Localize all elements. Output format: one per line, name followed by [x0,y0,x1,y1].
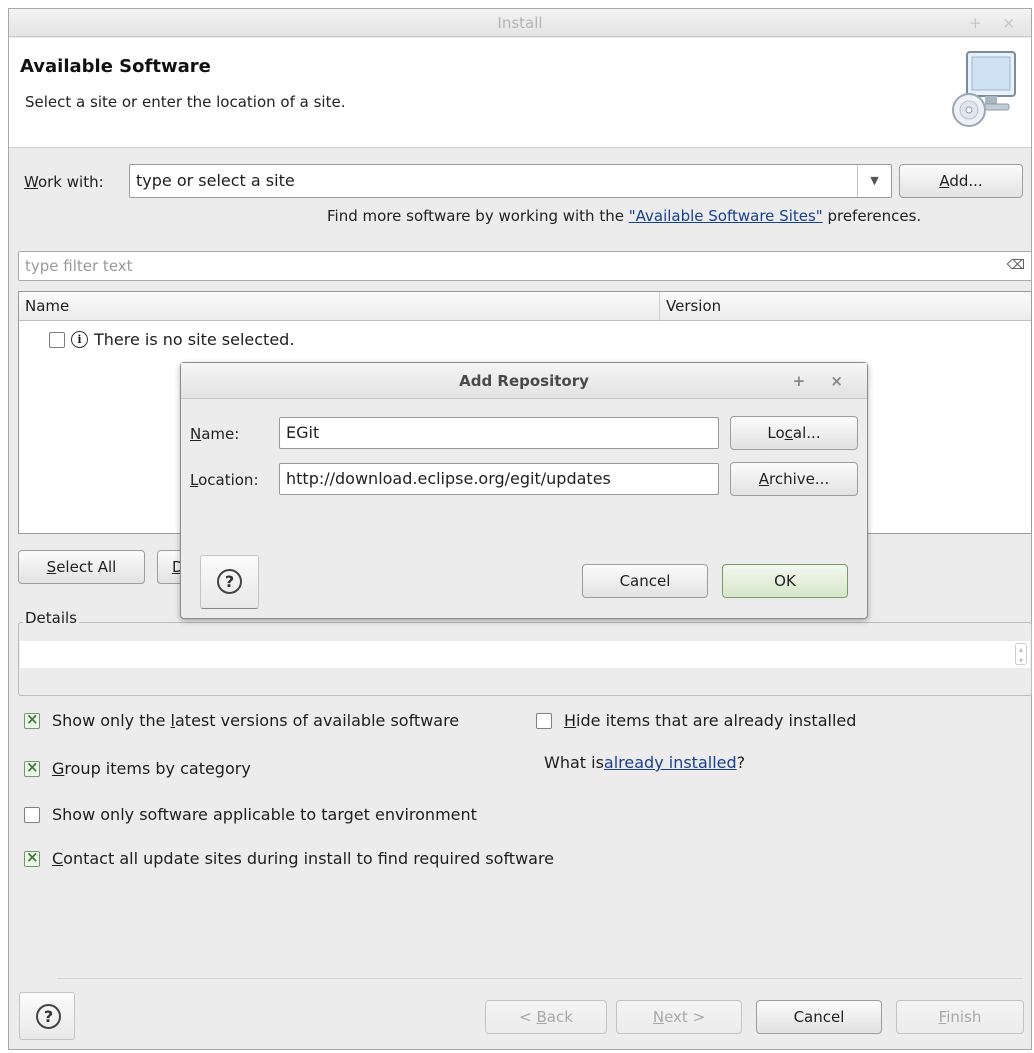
window-titlebar[interactable]: Install + × [9,9,1031,37]
details-scrollbar[interactable]: ▴ ▾ [1015,643,1027,665]
next-button[interactable]: Next > [616,1000,742,1034]
work-with-label: Work with: [24,173,104,191]
details-group: ▴ ▾ [18,622,1032,696]
filter-placeholder: type filter text [25,257,133,275]
column-name[interactable]: Name [19,292,69,321]
page-title: Available Software [20,56,211,77]
group-by-category-option[interactable]: Group items by category [24,758,251,778]
available-software-sites-link[interactable]: "Available Software Sites" [629,207,823,225]
dialog-titlebar[interactable]: Add Repository + × [181,363,867,399]
help-button[interactable]: ? [19,992,75,1040]
dialog-ok-button[interactable]: OK [722,564,848,598]
location-label: Location: [190,471,259,489]
group-by-category-checkbox[interactable] [24,758,40,777]
name-label: Name: [190,425,240,443]
dialog-help-button[interactable]: ? [200,555,259,609]
info-icon: i [71,331,88,348]
help-icon: ? [36,1004,61,1029]
select-all-button[interactable]: Select All [18,550,145,584]
dialog-title: Add Repository [459,372,589,390]
name-field[interactable]: EGit [279,417,719,449]
add-site-button[interactable]: Add... [899,164,1023,198]
row-checkbox[interactable] [49,331,65,348]
local-button[interactable]: Local... [730,416,858,450]
hide-installed-option[interactable]: Hide items that are already installed [536,711,856,730]
work-with-combo[interactable]: type or select a site ▼ [129,164,892,198]
add-repository-dialog: Add Repository + × Name: EGit Local... L… [180,362,868,619]
filter-input[interactable]: type filter text ⌫ [18,251,1032,281]
page-description: Select a site or enter the location of a… [25,93,346,111]
back-button[interactable]: < Back [485,1000,607,1034]
cancel-button[interactable]: Cancel [756,1000,882,1034]
tree-header: Name Version [19,292,1031,321]
archive-button[interactable]: Archive... [730,462,858,496]
computer-cd-icon [952,51,1016,127]
details-text: ▴ ▾ [20,641,1030,668]
chevron-down-icon[interactable]: ▼ [857,165,891,197]
find-more-text: Find more software by working with the "… [327,207,922,225]
applicable-target-option[interactable]: Show only software applicable to target … [24,805,477,824]
hide-installed-checkbox[interactable] [536,712,552,729]
finish-button[interactable]: Finish [896,1000,1024,1034]
work-with-value: type or select a site [136,171,295,190]
show-latest-option[interactable]: Show only the latest versions of availab… [24,710,459,730]
details-label: Details [23,609,80,627]
wizard-header: Available Software Select a site or ente… [9,38,1031,148]
tree-row[interactable]: i There is no site selected. [49,330,294,349]
footer-separator [57,978,1023,979]
already-installed-link[interactable]: already installed [604,753,737,772]
help-icon: ? [217,569,242,594]
clear-filter-icon[interactable]: ⌫ [1007,252,1025,280]
column-version[interactable]: Version [659,292,721,321]
contact-sites-option[interactable]: Contact all update sites during install … [24,848,554,868]
row-label: There is no site selected. [94,330,295,349]
window-title: Install [497,14,543,32]
show-latest-checkbox[interactable] [24,710,40,729]
window-controls[interactable]: + × [969,9,1023,37]
location-field[interactable]: http://download.eclipse.org/egit/updates [279,463,719,495]
dialog-controls[interactable]: + × [793,363,853,399]
contact-sites-checkbox[interactable] [24,848,40,867]
applicable-target-checkbox[interactable] [24,806,40,823]
what-is-installed-text: What is already installed? [544,753,746,772]
dialog-cancel-button[interactable]: Cancel [582,564,708,598]
